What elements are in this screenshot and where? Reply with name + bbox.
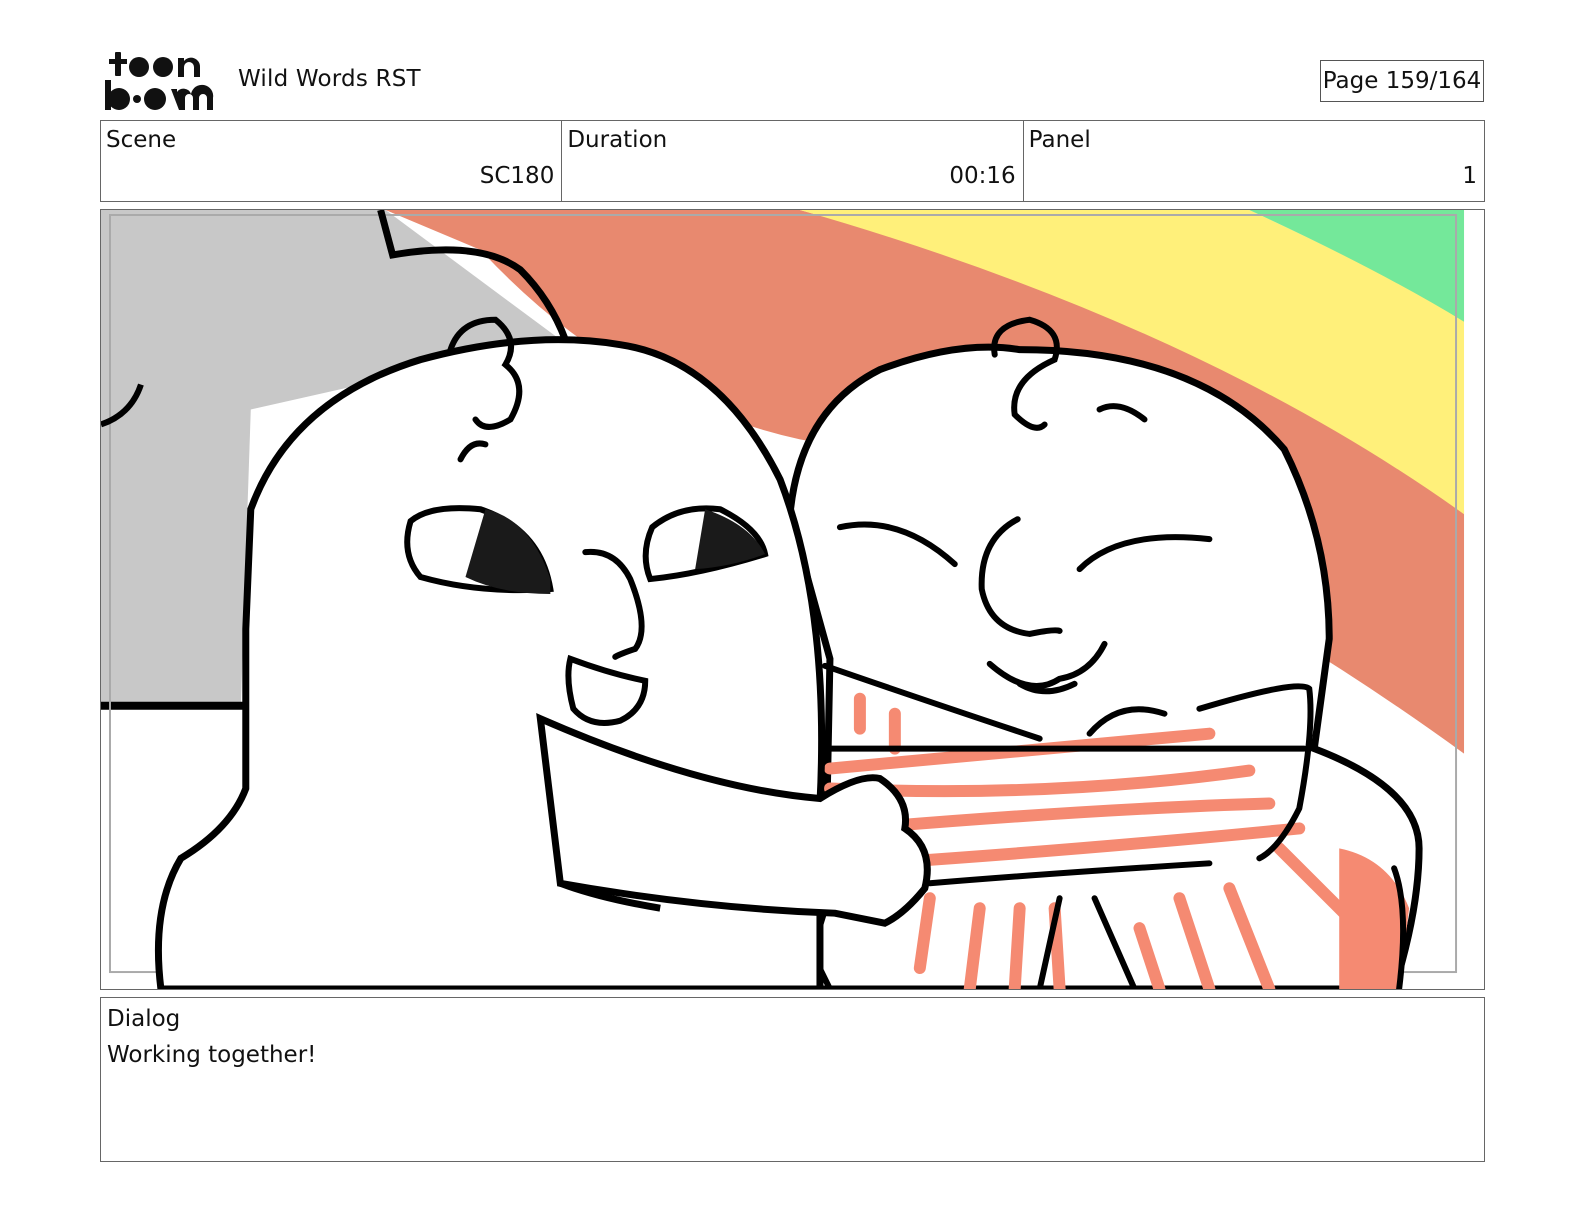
panel-value: 1 <box>1462 163 1477 189</box>
panel-label: Panel <box>1028 127 1091 153</box>
panel-illustration <box>101 210 1484 989</box>
page-indicator: Page 159/164 <box>1320 60 1484 102</box>
scene-label: Scene <box>106 127 177 153</box>
panel-cell: Panel 1 <box>1024 121 1484 201</box>
scene-value: SC180 <box>479 163 555 189</box>
duration-cell: Duration 00:16 <box>562 121 1024 201</box>
project-title: Wild Words RST <box>238 66 421 92</box>
dialog-box: Dialog Working together! <box>100 997 1485 1162</box>
duration-label: Duration <box>567 127 668 153</box>
storyboard-panel <box>100 209 1485 990</box>
duration-value: 00:16 <box>949 163 1016 189</box>
dialog-label: Dialog <box>107 1006 181 1032</box>
panel-info-table: Scene SC180 Duration 00:16 Panel 1 <box>100 120 1485 202</box>
toonboom-logo <box>105 52 214 110</box>
scene-cell: Scene SC180 <box>101 121 563 201</box>
dialog-text: Working together! <box>107 1042 317 1068</box>
